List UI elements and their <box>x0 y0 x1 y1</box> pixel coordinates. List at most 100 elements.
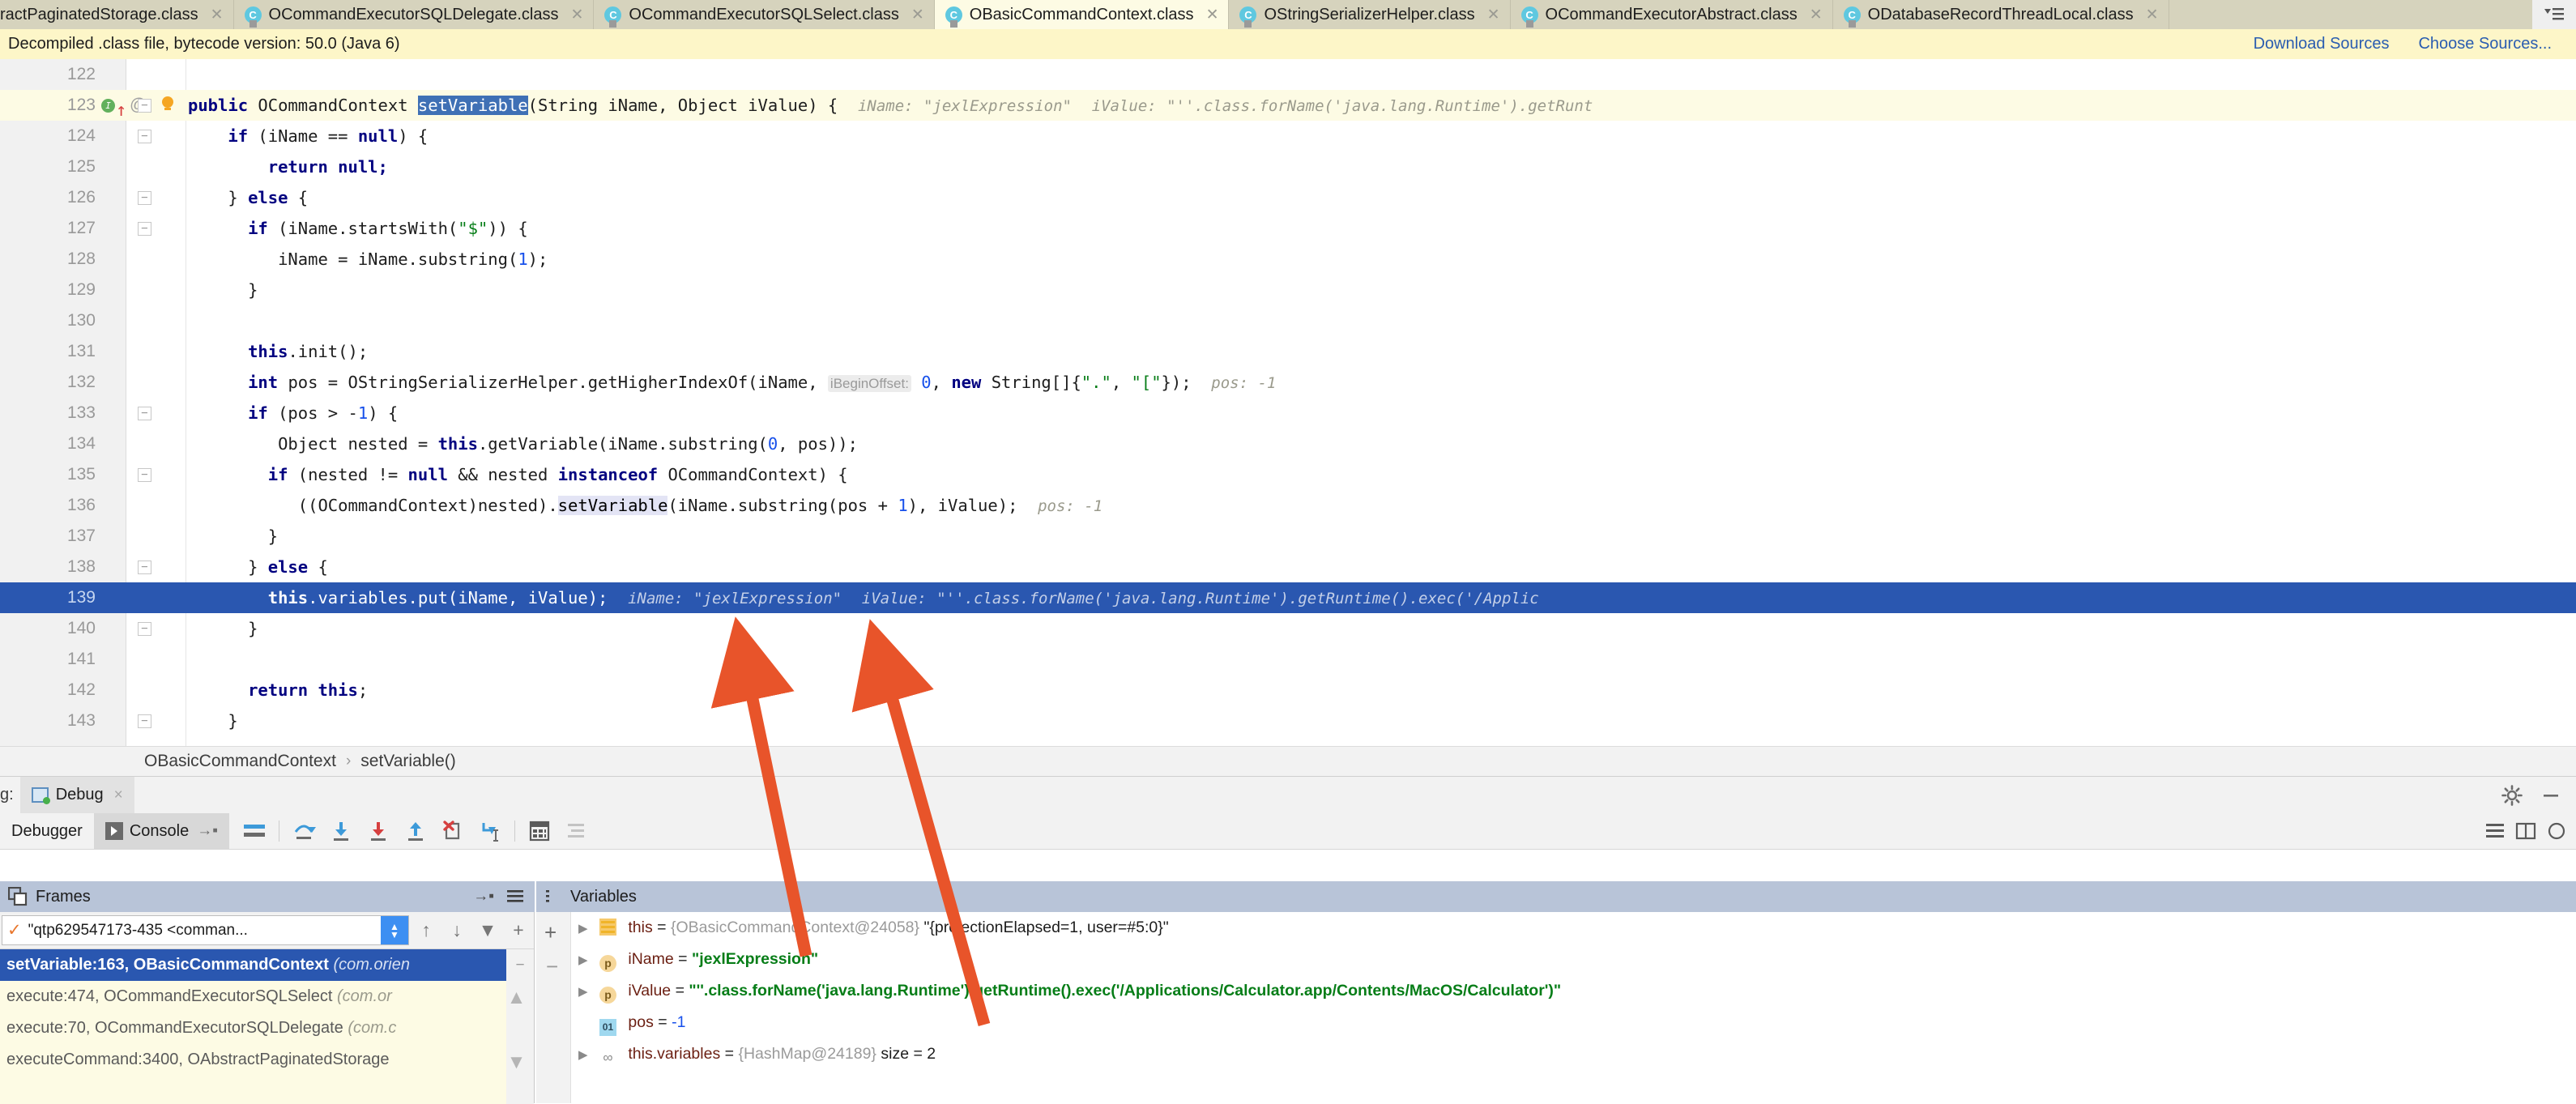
code-line[interactable]: 141 <box>0 644 2576 675</box>
variable-row-iname[interactable]: ▶ p iName = "jexlExpression" <box>536 944 2576 975</box>
help-icon[interactable] <box>2545 821 2568 842</box>
menu-icon[interactable] <box>505 888 525 906</box>
frame-up-button[interactable]: ↑ <box>411 919 441 941</box>
pin-icon[interactable]: →▪ <box>473 888 494 906</box>
debug-icon <box>31 787 50 804</box>
expand-triangle-icon[interactable]: ▶ <box>578 953 588 967</box>
code-line-current-execution[interactable]: 139 this.variables.put(iName, iValue); i… <box>0 582 2576 613</box>
code-line[interactable]: 131 this.init(); <box>0 336 2576 367</box>
breadcrumb-method[interactable]: setVariable() <box>360 752 456 771</box>
code-line[interactable]: 129 } <box>0 275 2576 305</box>
code-line[interactable]: 123 I ↑ @ − public OCommandContext setVa… <box>0 90 2576 121</box>
fold-marker-icon[interactable]: − <box>138 468 151 482</box>
download-sources-link[interactable]: Download Sources <box>2254 35 2390 53</box>
step-over-button[interactable] <box>285 813 322 849</box>
code-line[interactable]: 132 int pos = OStringSerializerHelper.ge… <box>0 367 2576 398</box>
scroll-down-icon[interactable]: ▼ <box>507 1046 527 1079</box>
frame-row[interactable]: execute:70, OCommandExecutorSQLDelegate … <box>0 1012 534 1044</box>
code-line[interactable]: 137 } <box>0 521 2576 552</box>
tab-debugger[interactable]: Debugger <box>0 813 94 849</box>
variable-row-ivalue[interactable]: ▶ p iValue = "''.class.forName('java.lan… <box>536 975 2576 1007</box>
code-line[interactable]: 124 − if (iName == null) { <box>0 121 2576 151</box>
editor-tab-5[interactable]: C OCommandExecutorAbstract.class ✕ <box>1510 0 1833 29</box>
code-line[interactable]: 128 iName = iName.substring(1); <box>0 244 2576 275</box>
collapse-icon[interactable]: − <box>515 949 524 982</box>
pin-icon[interactable]: →▪ <box>197 822 218 840</box>
frames-list[interactable]: setVariable:163, OBasicCommandContext (c… <box>0 949 534 1104</box>
fold-marker-icon[interactable]: − <box>138 407 151 420</box>
fold-marker-icon[interactable]: − <box>138 622 151 636</box>
step-into-button[interactable] <box>322 813 360 849</box>
frame-row[interactable]: execute:474, OCommandExecutorSQLSelect (… <box>0 981 534 1012</box>
variable-row-this-variables[interactable]: ▶ ∞ this.variables = {HashMap@24189} siz… <box>536 1038 2576 1070</box>
editor-tab-4[interactable]: C OStringSerializerHelper.class ✕ <box>1229 0 1511 29</box>
expand-triangle-icon[interactable]: ▶ <box>578 985 588 999</box>
expand-triangle-icon[interactable]: ▶ <box>578 1048 588 1062</box>
editor-tab-1[interactable]: C OCommandExecutorSQLDelegate.class ✕ <box>233 0 595 29</box>
editor-tab-0[interactable]: ractPaginatedStorage.class ✕ <box>0 0 234 29</box>
code-line[interactable]: 133 − if (pos > -1) { <box>0 398 2576 428</box>
show-execution-point-button[interactable] <box>236 813 273 849</box>
code-line[interactable]: 138 − } else { <box>0 552 2576 582</box>
code-line[interactable]: 130 <box>0 305 2576 336</box>
editor-tab-2[interactable]: C OCommandExecutorSQLSelect.class ✕ <box>594 0 935 29</box>
code-line[interactable]: 135 − if (nested != null && nested insta… <box>0 459 2576 490</box>
chevron-updown-icon[interactable]: ▲ ▼ <box>381 916 408 944</box>
intention-bulb-icon[interactable] <box>159 96 177 114</box>
close-icon[interactable]: ✕ <box>1206 6 1219 24</box>
gear-icon[interactable] <box>2501 784 2523 806</box>
close-icon[interactable]: ✕ <box>1487 6 1500 24</box>
editor-tab-6[interactable]: C ODatabaseRecordThreadLocal.class ✕ <box>1832 0 2169 29</box>
variable-row-this[interactable]: ▶ this = {OBasicCommandContext@24058} "{… <box>536 912 2576 944</box>
scroll-up-icon[interactable]: ▲ <box>507 982 527 1014</box>
add-watch-button[interactable]: + <box>503 919 534 941</box>
choose-sources-link[interactable]: Choose Sources... <box>2418 35 2552 53</box>
implementation-marker-icon[interactable]: I <box>101 99 115 113</box>
run-to-cursor-button[interactable] <box>471 813 509 849</box>
code-editor[interactable]: 122 123 I ↑ @ − public OCommandContext s… <box>0 59 2576 746</box>
code-line[interactable]: 143 − } <box>0 705 2576 736</box>
close-icon[interactable]: ✕ <box>911 6 924 24</box>
frame-row-active[interactable]: setVariable:163, OBasicCommandContext (c… <box>0 949 534 981</box>
frame-down-button[interactable]: ↓ <box>441 919 472 941</box>
expand-triangle-icon[interactable]: ▶ <box>578 922 588 936</box>
split-icon[interactable] <box>2514 821 2537 842</box>
close-icon[interactable]: ✕ <box>2146 6 2159 24</box>
frames-scrollbar[interactable]: − ▲ ▼ <box>506 949 534 1104</box>
evaluate-expression-button[interactable] <box>521 813 558 849</box>
force-step-into-button[interactable] <box>360 813 397 849</box>
layout-icon[interactable] <box>2484 821 2506 842</box>
code-line[interactable]: 125 return null; <box>0 151 2576 182</box>
close-icon[interactable]: ✕ <box>570 6 583 24</box>
tab-overflow-button[interactable] <box>2532 0 2576 29</box>
code-line[interactable]: 134 Object nested = this.getVariable(iNa… <box>0 428 2576 459</box>
fold-marker-icon[interactable]: − <box>138 191 151 205</box>
tab-console[interactable]: Console →▪ <box>93 813 229 849</box>
fold-marker-icon[interactable]: − <box>138 714 151 728</box>
drop-frame-button[interactable] <box>434 813 471 849</box>
code-line[interactable]: 126 − } else { <box>0 182 2576 213</box>
variable-row-pos[interactable]: ▶ 01 pos = -1 <box>536 1007 2576 1038</box>
step-out-button[interactable] <box>397 813 434 849</box>
close-icon[interactable]: ✕ <box>211 6 224 24</box>
frame-row[interactable]: executeCommand:3400, OAbstractPaginatedS… <box>0 1044 534 1076</box>
settings-list-button[interactable] <box>558 813 595 849</box>
code-line[interactable]: 136 ((OCommandContext)nested).setVariabl… <box>0 490 2576 521</box>
fold-marker-icon[interactable]: − <box>138 130 151 143</box>
code-line[interactable]: 140 − } <box>0 613 2576 644</box>
class-icon: C <box>1843 6 1861 28</box>
fold-marker-icon[interactable]: − <box>138 561 151 574</box>
tab-debug[interactable]: Debug × <box>19 777 134 813</box>
code-line[interactable]: 122 <box>0 59 2576 90</box>
breadcrumb-class[interactable]: OBasicCommandContext <box>144 752 336 771</box>
thread-combobox[interactable]: ✓ "qtp629547173-435 <comman... ▲ ▼ <box>2 915 409 945</box>
minimize-icon[interactable] <box>2540 785 2561 806</box>
code-line[interactable]: 127 − if (iName.startsWith("$")) { <box>0 213 2576 244</box>
editor-tab-3-active[interactable]: C OBasicCommandContext.class ✕ <box>934 0 1230 29</box>
code-line[interactable]: 142 return this; <box>0 675 2576 705</box>
fold-marker-icon[interactable]: − <box>138 99 151 113</box>
filter-icon[interactable]: ▼ <box>472 919 503 941</box>
close-icon[interactable]: ✕ <box>1810 6 1823 24</box>
close-icon[interactable]: × <box>114 786 123 804</box>
fold-marker-icon[interactable]: − <box>138 222 151 236</box>
